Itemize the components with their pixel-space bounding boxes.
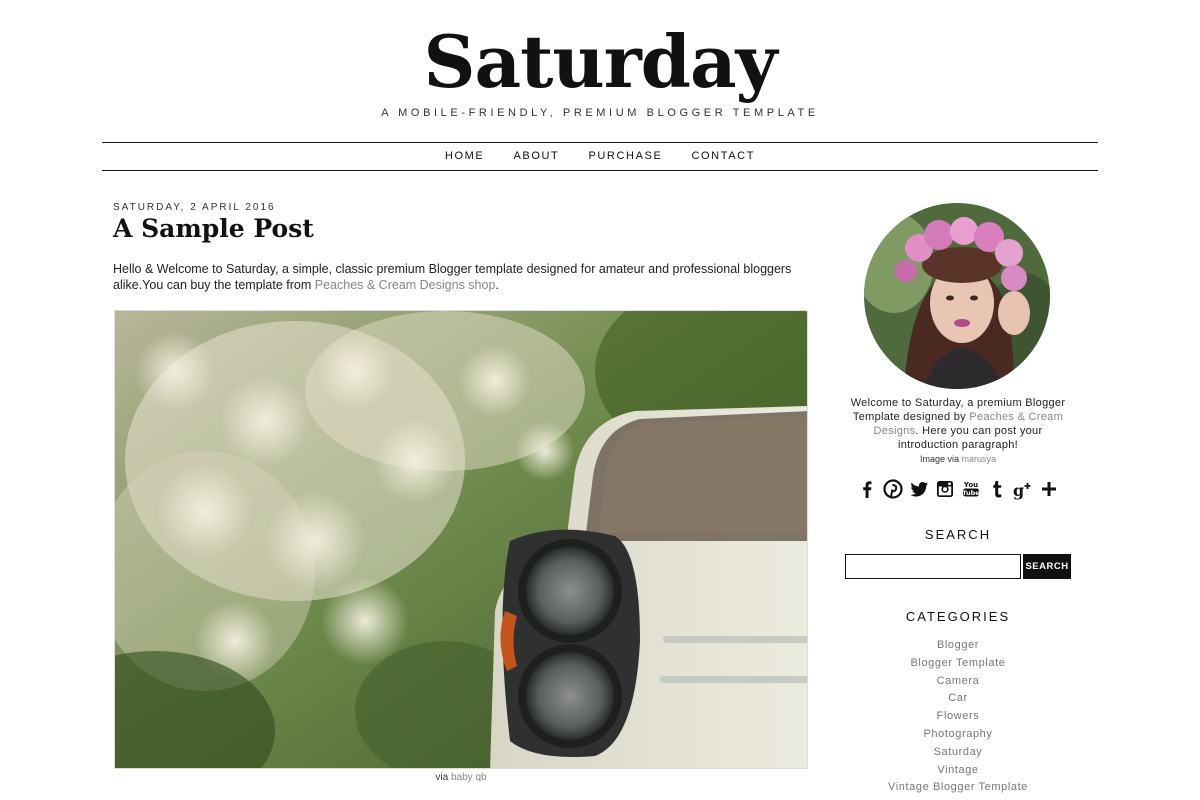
about-text-2: . Here you can post your introduction pa…	[897, 425, 1043, 451]
category-link[interactable]: Car	[844, 690, 1072, 708]
category-link[interactable]: Blogger Template	[844, 655, 1072, 673]
image-credit: Image via marusya	[844, 454, 1072, 464]
category-link[interactable]: Vintage	[844, 762, 1072, 780]
main-nav: HOME ABOUT PURCHASE CONTACT	[102, 142, 1098, 171]
nav-item-about[interactable]: ABOUT	[513, 143, 559, 170]
svg-text:g: g	[1013, 481, 1024, 500]
blog-description: A MOBILE-FRIENDLY, PREMIUM BLOGGER TEMPL…	[381, 107, 819, 119]
caption-link[interactable]: baby qb	[451, 772, 487, 783]
nav-item-contact[interactable]: CONTACT	[691, 143, 755, 170]
avatar	[864, 203, 1050, 389]
category-link[interactable]: Camera	[844, 673, 1072, 691]
search-button[interactable]: SEARCH	[1023, 554, 1071, 579]
caption-prefix: via	[435, 772, 451, 783]
facebook-icon[interactable]	[856, 478, 878, 500]
plus-icon[interactable]	[1038, 478, 1060, 500]
image-credit-prefix: Image via	[919, 454, 962, 464]
social-icons: You Tube g	[856, 478, 1060, 500]
blog-title[interactable]: Saturday	[0, 22, 1200, 102]
instagram-icon[interactable]	[934, 478, 956, 500]
image-credit-link[interactable]: marusya	[962, 454, 997, 464]
about-text: Welcome to Saturday, a premium Blogger T…	[844, 396, 1072, 452]
youtube-icon[interactable]: You Tube	[960, 478, 982, 500]
post-image	[114, 310, 808, 769]
categories-widget-title: CATEGORIES	[905, 609, 1011, 624]
post-date: SATURDAY, 2 APRIL 2016	[113, 202, 276, 213]
pinterest-icon[interactable]	[882, 478, 904, 500]
svg-text:Tube: Tube	[962, 489, 980, 497]
post-body: Hello & Welcome to Saturday, a simple, c…	[113, 261, 813, 293]
post-intro-end: .	[495, 278, 499, 292]
post-title[interactable]: A Sample Post	[113, 214, 314, 243]
category-link[interactable]: Vintage Blogger Template	[844, 779, 1072, 797]
svg-text:You: You	[963, 481, 978, 489]
category-link[interactable]: Flowers	[844, 708, 1072, 726]
shop-link[interactable]: Peaches & Cream Designs shop	[315, 278, 496, 292]
category-link[interactable]: Blogger	[844, 637, 1072, 655]
category-link[interactable]: Saturday	[844, 744, 1072, 762]
categories-list: Blogger Blogger Template Camera Car Flow…	[844, 637, 1072, 797]
twitter-icon[interactable]	[908, 478, 930, 500]
category-link[interactable]: Photography	[844, 726, 1072, 744]
nav-item-purchase[interactable]: PURCHASE	[588, 143, 662, 170]
image-caption: via baby qb	[114, 772, 808, 783]
tumblr-icon[interactable]	[986, 478, 1008, 500]
nav-item-home[interactable]: HOME	[445, 143, 484, 170]
search-input[interactable]	[845, 554, 1021, 579]
search-widget-title: SEARCH	[924, 527, 992, 542]
google-plus-icon[interactable]: g	[1012, 478, 1034, 500]
